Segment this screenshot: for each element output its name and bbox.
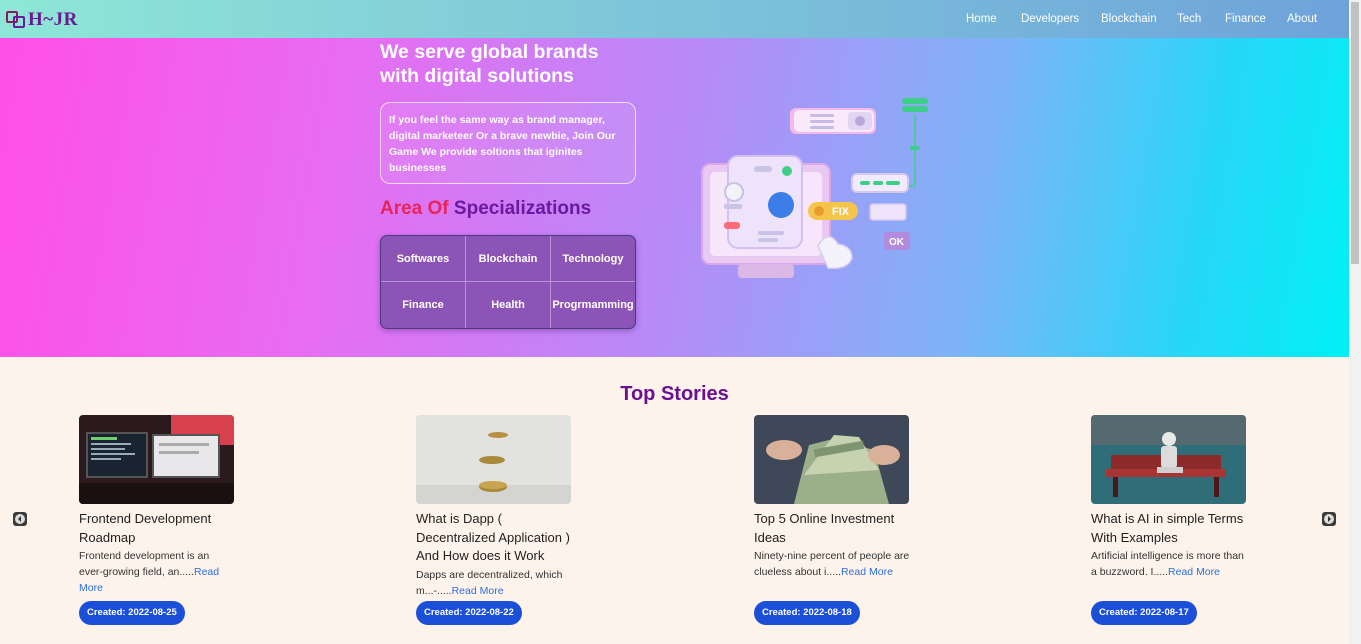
spec-technology[interactable]: Technology [551, 236, 635, 282]
chevron-left-icon [15, 514, 25, 524]
brand-name: H~JR [28, 9, 78, 30]
story-title[interactable]: What is AI in simple Terms With Examples [1091, 510, 1247, 547]
story-title[interactable]: What is Dapp ( Decentralized Application… [416, 510, 572, 566]
story-excerpt-text: Frontend development is an ever-growing … [79, 550, 210, 578]
chevron-right-icon [1324, 514, 1334, 524]
read-more-link[interactable]: Read More [841, 566, 893, 578]
hero-illustration: FIX OK [701, 98, 928, 278]
specializations-heading: Area Of Specializations [380, 198, 591, 220]
created-badge: Created: 2022-08-22 [416, 601, 522, 625]
created-badge: Created: 2022-08-18 [754, 601, 860, 625]
story-image [79, 415, 234, 504]
story-excerpt: Ninety-nine percent of people are cluele… [754, 548, 910, 580]
hero-description: If you feel the same way as brand manage… [380, 102, 636, 184]
specializations-heading-b: Specializations [453, 198, 592, 219]
spec-health[interactable]: Health [466, 282, 551, 328]
nav-tech[interactable]: Tech [1177, 13, 1201, 25]
spec-finance[interactable]: Finance [381, 282, 466, 328]
story-excerpt: Artificial intelligence is more than a b… [1091, 548, 1247, 580]
story-excerpt: Frontend development is an ever-growing … [79, 548, 235, 596]
story-image [754, 415, 909, 504]
nav-home[interactable]: Home [966, 13, 997, 25]
story-image [416, 415, 571, 504]
spec-programming[interactable]: Progrmamming [551, 282, 635, 328]
page-scrollbar[interactable] [1349, 0, 1361, 644]
story-title[interactable]: Frontend Development Roadmap [79, 510, 235, 547]
navbar: H~JR Home Developers Blockchain Tech Fin… [0, 0, 1349, 38]
created-badge: Created: 2022-08-17 [1091, 601, 1197, 625]
story-excerpt: Dapps are decentralized, which m...-....… [416, 567, 572, 599]
ok-label: OK [889, 237, 905, 248]
brand-logo-link[interactable]: H~JR [6, 9, 78, 31]
hero-section: We serve global brands with digital solu… [0, 38, 1349, 357]
story-image [1091, 415, 1246, 504]
nav-finance[interactable]: Finance [1225, 13, 1266, 25]
brand-logo-icon [6, 11, 26, 29]
nav-blockchain[interactable]: Blockchain [1101, 13, 1157, 25]
hero-title: We serve global brands with digital solu… [380, 41, 599, 87]
read-more-link[interactable]: Read More [452, 585, 504, 597]
story-title[interactable]: Top 5 Online Investment Ideas [754, 510, 910, 547]
top-stories-heading: Top Stories [620, 383, 729, 405]
story-card[interactable]: What is Dapp ( Decentralized Application… [416, 415, 572, 599]
scrollbar-thumb[interactable] [1351, 2, 1359, 264]
specializations-heading-a: Area Of [380, 198, 449, 219]
fix-label: FIX [832, 206, 850, 218]
nav-about[interactable]: About [1287, 13, 1317, 25]
specializations-grid: Softwares Blockchain Technology Finance … [380, 235, 636, 329]
carousel-prev-button[interactable] [13, 512, 27, 526]
carousel-next-button[interactable] [1322, 512, 1336, 526]
spec-softwares[interactable]: Softwares [381, 236, 466, 282]
story-card[interactable]: Top 5 Online Investment Ideas Ninety-nin… [754, 415, 910, 580]
created-badge: Created: 2022-08-25 [79, 601, 185, 625]
read-more-link[interactable]: Read More [1168, 566, 1220, 578]
nav-developers[interactable]: Developers [1021, 13, 1079, 25]
story-card[interactable]: Frontend Development Roadmap Frontend de… [79, 415, 235, 596]
spec-blockchain[interactable]: Blockchain [466, 236, 551, 282]
story-card[interactable]: What is AI in simple Terms With Examples… [1091, 415, 1247, 580]
